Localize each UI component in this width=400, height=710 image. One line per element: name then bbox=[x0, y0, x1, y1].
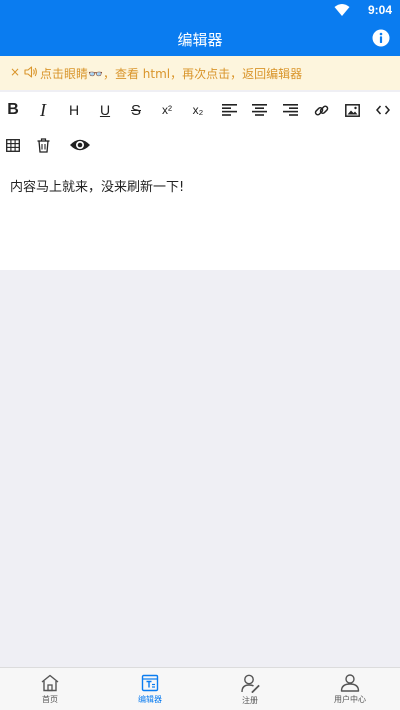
image-button[interactable] bbox=[337, 95, 367, 125]
underline-icon: U bbox=[99, 102, 111, 118]
italic-button[interactable]: I bbox=[28, 95, 58, 125]
tab-register-label: 注册 bbox=[242, 696, 258, 705]
speaker-icon bbox=[24, 66, 37, 78]
align-center-icon bbox=[251, 104, 267, 116]
page-title: 编辑器 bbox=[177, 31, 223, 49]
strikethrough-icon: S bbox=[130, 101, 141, 119]
subscript-button[interactable]: x₂ bbox=[183, 95, 213, 125]
status-time: 9:04 bbox=[367, 3, 392, 17]
editor-text: 内容马上就来，没来刷新一下! bbox=[10, 180, 185, 195]
notice-bar: × 点击眼睛👓，查看 html，再次点击，返回编辑器 bbox=[0, 56, 400, 90]
tab-home-label: 首页 bbox=[42, 695, 58, 704]
editor-toolbar: B I H U S x² x₂ bbox=[0, 92, 400, 166]
table-icon bbox=[6, 138, 20, 152]
trash-icon bbox=[37, 137, 49, 153]
align-left-icon bbox=[221, 104, 237, 116]
align-right-icon bbox=[282, 104, 298, 116]
align-right-button[interactable] bbox=[275, 95, 305, 125]
register-icon bbox=[241, 674, 260, 693]
align-left-button[interactable] bbox=[214, 95, 244, 125]
editor-content-area[interactable]: 内容马上就来，没来刷新一下! bbox=[0, 166, 400, 270]
preview-toggle-button[interactable] bbox=[63, 130, 97, 160]
code-icon bbox=[376, 105, 390, 115]
wifi-icon bbox=[334, 4, 350, 16]
editor-icon bbox=[141, 674, 159, 692]
notice-close-button[interactable]: × bbox=[10, 65, 20, 79]
bold-button[interactable]: B bbox=[0, 95, 28, 125]
bottom-tab-bar: 首页 编辑器 注册 用户中心 bbox=[0, 667, 400, 710]
delete-button[interactable] bbox=[28, 130, 58, 160]
link-button[interactable] bbox=[306, 95, 336, 125]
tab-editor[interactable]: 编辑器 bbox=[100, 668, 200, 710]
align-center-button[interactable] bbox=[244, 95, 274, 125]
link-icon bbox=[314, 104, 328, 115]
superscript-icon: x² bbox=[162, 103, 172, 117]
tab-user-center[interactable]: 用户中心 bbox=[300, 668, 400, 710]
bold-icon: B bbox=[7, 101, 19, 118]
tab-user-center-label: 用户中心 bbox=[334, 695, 366, 704]
tab-register[interactable]: 注册 bbox=[200, 668, 300, 710]
image-icon bbox=[344, 103, 360, 117]
info-icon[interactable] bbox=[372, 29, 390, 47]
tab-home[interactable]: 首页 bbox=[0, 668, 100, 710]
heading-icon: H bbox=[68, 102, 80, 118]
status-bar: 9:04 bbox=[0, 0, 400, 20]
italic-icon: I bbox=[40, 100, 46, 120]
eye-icon bbox=[70, 139, 90, 151]
nav-bar: 编辑器 bbox=[0, 20, 400, 56]
notice-text: 点击眼睛👓，查看 html，再次点击，返回编辑器 bbox=[40, 67, 303, 81]
superscript-button[interactable]: x² bbox=[152, 95, 182, 125]
underline-button[interactable]: U bbox=[90, 95, 120, 125]
subscript-icon: x₂ bbox=[192, 103, 204, 117]
home-icon bbox=[41, 674, 59, 692]
tab-editor-label: 编辑器 bbox=[138, 695, 162, 704]
strikethrough-button[interactable]: S bbox=[121, 95, 151, 125]
heading-button[interactable]: H bbox=[59, 95, 89, 125]
user-center-icon bbox=[340, 674, 360, 692]
table-button[interactable] bbox=[0, 130, 28, 160]
code-button[interactable] bbox=[368, 95, 398, 125]
